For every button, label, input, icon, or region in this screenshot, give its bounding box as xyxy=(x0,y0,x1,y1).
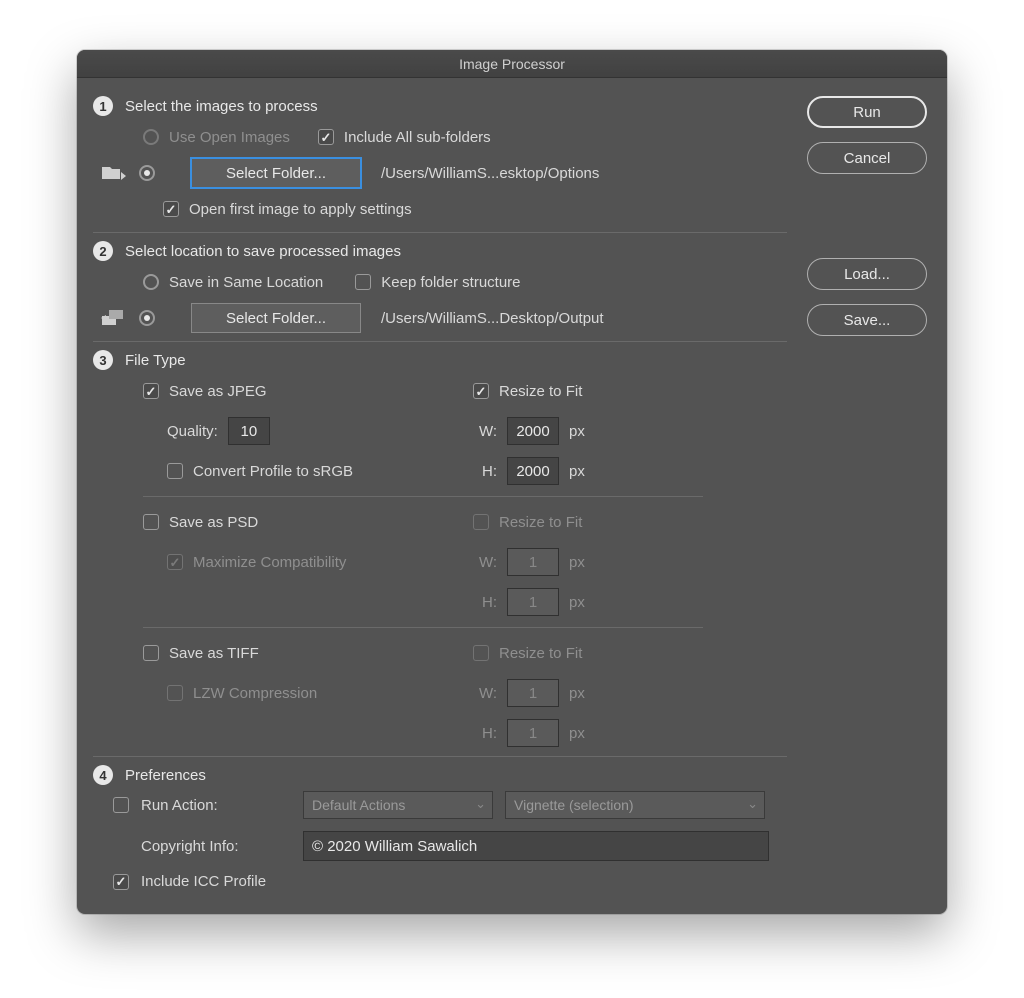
psd-w-label: W: xyxy=(473,554,497,571)
save-as-psd-checkbox[interactable] xyxy=(143,514,159,530)
max-compat-checkbox xyxy=(167,554,183,570)
psd-h-px: px xyxy=(569,594,585,611)
tiff-w-label: W: xyxy=(473,685,497,702)
keep-folder-structure-label: Keep folder structure xyxy=(381,274,520,291)
lzw-checkbox xyxy=(167,685,183,701)
select-source-folder-radio[interactable] xyxy=(139,165,155,181)
max-compat-label: Maximize Compatibility xyxy=(193,554,346,571)
include-subfolders-checkbox[interactable] xyxy=(318,129,334,145)
copyright-label: Copyright Info: xyxy=(141,838,291,855)
jpeg-resize-checkbox[interactable] xyxy=(473,383,489,399)
include-icc-checkbox[interactable] xyxy=(113,874,129,890)
use-open-images-radio xyxy=(143,129,159,145)
cancel-button[interactable]: Cancel xyxy=(807,142,927,174)
step-number-4: 4 xyxy=(93,765,113,785)
folder-arrow-icon xyxy=(99,164,129,182)
jpeg-resize-label: Resize to Fit xyxy=(499,383,582,400)
psd-h-label: H: xyxy=(473,594,497,611)
save-as-tiff-label: Save as TIFF xyxy=(169,645,259,662)
step-number-3: 3 xyxy=(93,350,113,370)
run-action-label: Run Action: xyxy=(141,797,291,814)
psd-resize-label: Resize to Fit xyxy=(499,514,582,531)
copyright-input[interactable] xyxy=(303,831,769,861)
select-source-folder-button[interactable]: Select Folder... xyxy=(191,158,361,188)
open-first-image-label: Open first image to apply settings xyxy=(189,201,412,218)
load-button[interactable]: Load... xyxy=(807,258,927,290)
jpeg-h-label: H: xyxy=(473,463,497,480)
tiff-resize-checkbox xyxy=(473,645,489,661)
source-folder-path: /Users/WilliamS...esktop/Options xyxy=(381,165,599,182)
tiff-w-px: px xyxy=(569,685,585,702)
dest-folder-path: /Users/WilliamS...Desktop/Output xyxy=(381,310,604,327)
section-3-title: File Type xyxy=(125,352,186,369)
psd-resize-checkbox xyxy=(473,514,489,530)
keep-folder-structure-checkbox[interactable] xyxy=(355,274,371,290)
folder-stack-icon xyxy=(99,309,129,327)
section-1-title: Select the images to process xyxy=(125,98,318,115)
run-button[interactable]: Run xyxy=(807,96,927,128)
lzw-label: LZW Compression xyxy=(193,685,317,702)
image-processor-dialog: Image Processor 1 Select the images to p… xyxy=(77,50,947,914)
section-2-title: Select location to save processed images xyxy=(125,243,401,260)
psd-width-input xyxy=(507,548,559,576)
select-dest-folder-radio[interactable] xyxy=(139,310,155,326)
jpeg-quality-label: Quality: xyxy=(167,423,218,440)
psd-w-px: px xyxy=(569,554,585,571)
save-as-jpeg-checkbox[interactable] xyxy=(143,383,159,399)
convert-srgb-checkbox[interactable] xyxy=(167,463,183,479)
include-subfolders-label: Include All sub-folders xyxy=(344,129,491,146)
save-button[interactable]: Save... xyxy=(807,304,927,336)
save-same-location-radio[interactable] xyxy=(143,274,159,290)
jpeg-w-px: px xyxy=(569,423,585,440)
save-as-jpeg-label: Save as JPEG xyxy=(169,383,267,400)
include-icc-label: Include ICC Profile xyxy=(141,873,266,890)
open-first-image-checkbox[interactable] xyxy=(163,201,179,217)
save-same-location-label: Save in Same Location xyxy=(169,274,323,291)
jpeg-w-label: W: xyxy=(473,423,497,440)
action-set-select: Default Actions xyxy=(303,791,493,819)
action-name-select: Vignette (selection) xyxy=(505,791,765,819)
select-dest-folder-button[interactable]: Select Folder... xyxy=(191,303,361,333)
save-as-tiff-checkbox[interactable] xyxy=(143,645,159,661)
tiff-h-label: H: xyxy=(473,725,497,742)
psd-height-input xyxy=(507,588,559,616)
titlebar: Image Processor xyxy=(77,50,947,78)
use-open-images-label: Use Open Images xyxy=(169,129,290,146)
jpeg-h-px: px xyxy=(569,463,585,480)
tiff-h-px: px xyxy=(569,725,585,742)
tiff-resize-label: Resize to Fit xyxy=(499,645,582,662)
tiff-height-input xyxy=(507,719,559,747)
convert-srgb-label: Convert Profile to sRGB xyxy=(193,463,353,480)
tiff-width-input xyxy=(507,679,559,707)
window-title: Image Processor xyxy=(459,56,565,72)
save-as-psd-label: Save as PSD xyxy=(169,514,258,531)
section-4-title: Preferences xyxy=(125,767,206,784)
run-action-checkbox[interactable] xyxy=(113,797,129,813)
jpeg-height-input[interactable] xyxy=(507,457,559,485)
step-number-1: 1 xyxy=(93,96,113,116)
jpeg-width-input[interactable] xyxy=(507,417,559,445)
jpeg-quality-input[interactable] xyxy=(228,417,270,445)
step-number-2: 2 xyxy=(93,241,113,261)
